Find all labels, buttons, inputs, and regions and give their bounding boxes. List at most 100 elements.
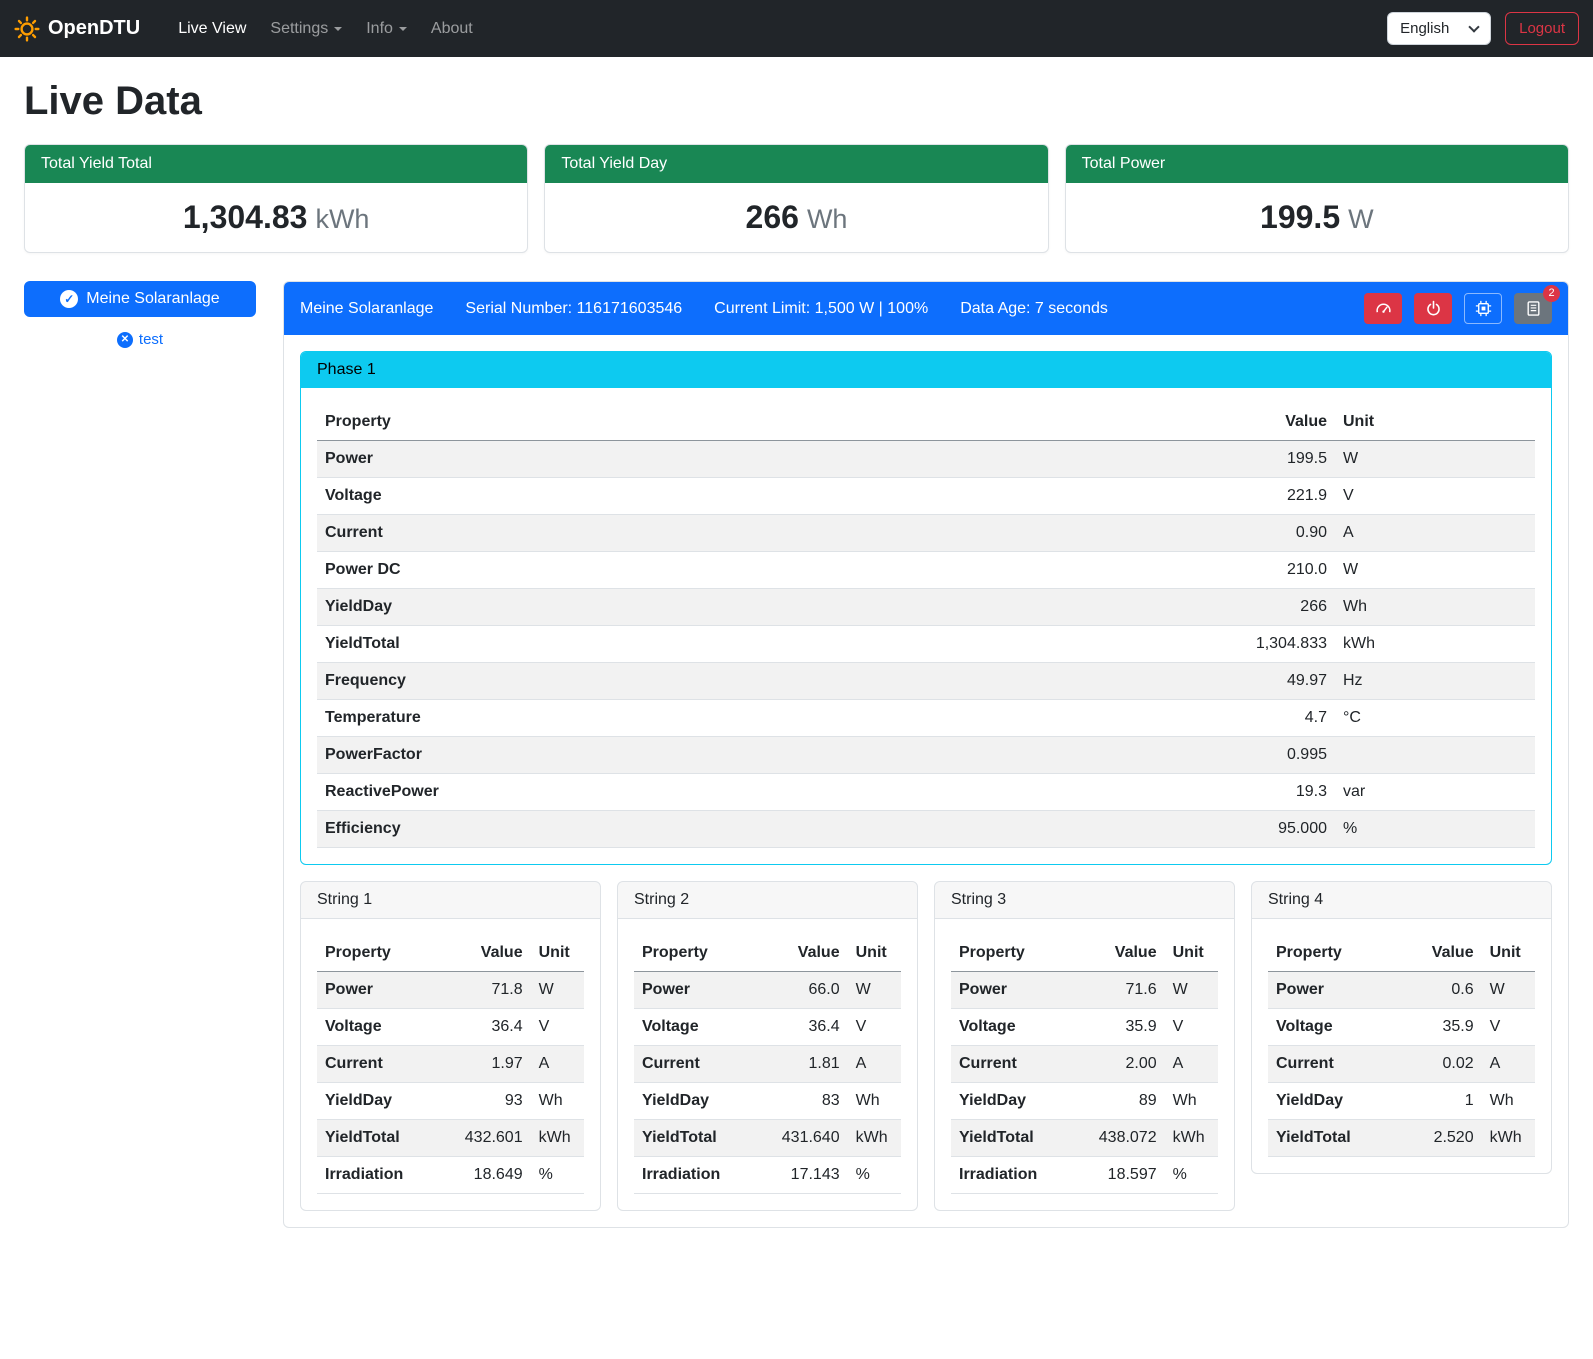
table-row: YieldTotal2.520kWh <box>1268 1120 1535 1157</box>
top-navbar: OpenDTU Live View Settings Info About En… <box>0 0 1593 57</box>
selected-inverter-label: Meine Solaranlage <box>86 290 219 308</box>
chevron-down-icon <box>399 27 407 31</box>
table-row: Current0.90A <box>317 515 1535 552</box>
property-cell: Power <box>317 441 1115 478</box>
limit-settings-button[interactable] <box>1364 293 1402 324</box>
unit-cell: V <box>531 1009 584 1046</box>
nav-live-view[interactable]: Live View <box>168 12 256 46</box>
table-header-row: Property Value Unit <box>1268 935 1535 972</box>
nav-settings[interactable]: Settings <box>260 12 352 46</box>
column-property: Property <box>317 935 456 972</box>
property-cell: Current <box>1268 1046 1407 1083</box>
power-button[interactable] <box>1414 293 1452 324</box>
unit-cell: V <box>1482 1009 1535 1046</box>
total-yield-total-value: 1,304.83 <box>183 199 308 235</box>
table-row: Voltage36.4V <box>634 1009 901 1046</box>
x-circle-icon: ✕ <box>117 332 133 348</box>
total-yield-day-card: Total Yield Day 266Wh <box>544 144 1048 253</box>
event-log-button[interactable]: 2 <box>1514 293 1552 324</box>
value-cell: 432.601 <box>456 1120 531 1157</box>
property-cell: Power <box>1268 972 1407 1009</box>
check-circle-icon: ✓ <box>60 290 78 308</box>
value-cell: 18.649 <box>456 1157 531 1194</box>
total-yield-day-value: 266 <box>746 199 799 235</box>
property-cell: Power DC <box>317 552 1115 589</box>
brand-logo[interactable]: OpenDTU <box>14 16 140 42</box>
unit-cell: V <box>1335 478 1535 515</box>
table-row: PowerFactor0.995 <box>317 737 1535 774</box>
table-header-row: Property Value Unit <box>317 935 584 972</box>
unit-cell: var <box>1335 774 1535 811</box>
column-unit: Unit <box>1482 935 1535 972</box>
property-cell: Voltage <box>634 1009 773 1046</box>
value-cell: 83 <box>773 1083 848 1120</box>
card-body: 266Wh <box>545 183 1047 252</box>
value-cell: 1.97 <box>456 1046 531 1083</box>
unit-cell: Wh <box>531 1083 584 1120</box>
table-row: YieldTotal438.072kWh <box>951 1120 1218 1157</box>
unit-cell <box>1335 737 1535 774</box>
property-cell: Frequency <box>317 663 1115 700</box>
inverter-test-label: test <box>139 331 163 348</box>
inverter-serial: Serial Number: 116171603546 <box>465 300 682 318</box>
table-row: YieldTotal431.640kWh <box>634 1120 901 1157</box>
table-header-row: Property Value Unit <box>634 935 901 972</box>
property-cell: Voltage <box>317 1009 456 1046</box>
string-4-table: Property Value Unit Power0.6WVoltage35.9… <box>1268 935 1535 1157</box>
value-cell: 89 <box>1090 1083 1165 1120</box>
property-cell: Power <box>634 972 773 1009</box>
unit-cell: A <box>1335 515 1535 552</box>
unit-cell: W <box>1482 972 1535 1009</box>
table-row: YieldDay1Wh <box>1268 1083 1535 1120</box>
property-cell: YieldDay <box>951 1083 1090 1120</box>
table-row: Current1.81A <box>634 1046 901 1083</box>
power-icon <box>1425 300 1442 317</box>
property-cell: YieldTotal <box>1268 1120 1407 1157</box>
property-cell: Current <box>317 515 1115 552</box>
nav-info[interactable]: Info <box>356 12 417 46</box>
unit-cell: W <box>848 972 901 1009</box>
property-cell: ReactivePower <box>317 774 1115 811</box>
property-cell: Irradiation <box>317 1157 456 1194</box>
table-row: YieldTotal432.601kWh <box>317 1120 584 1157</box>
total-power-card: Total Power 199.5W <box>1065 144 1569 253</box>
unit-cell: Wh <box>848 1083 901 1120</box>
inverter-select-button[interactable]: ✓ Meine Solaranlage <box>24 281 256 317</box>
value-cell: 210.0 <box>1115 552 1335 589</box>
value-cell: 18.597 <box>1090 1157 1165 1194</box>
table-row: Efficiency95.000% <box>317 811 1535 848</box>
value-cell: 0.90 <box>1115 515 1335 552</box>
value-cell: 95.000 <box>1115 811 1335 848</box>
strings-row: String 1 Property Value Unit <box>300 881 1552 1211</box>
value-cell: 35.9 <box>1407 1009 1482 1046</box>
table-row: Power0.6W <box>1268 972 1535 1009</box>
unit-cell: A <box>1165 1046 1218 1083</box>
string-1-card: String 1 Property Value Unit <box>300 881 601 1211</box>
table-row: Power71.8W <box>317 972 584 1009</box>
device-info-button[interactable] <box>1464 293 1502 324</box>
property-cell: Current <box>317 1046 456 1083</box>
column-unit: Unit <box>1335 404 1535 441</box>
unit-cell: W <box>1335 552 1535 589</box>
table-row: Current2.00A <box>951 1046 1218 1083</box>
speedometer-icon <box>1375 300 1392 317</box>
value-cell: 2.520 <box>1407 1120 1482 1157</box>
nav-about[interactable]: About <box>421 12 483 46</box>
card-title: Total Yield Day <box>545 145 1047 183</box>
value-cell: 71.6 <box>1090 972 1165 1009</box>
string-4-title: String 4 <box>1252 882 1551 919</box>
language-select[interactable]: English <box>1387 12 1491 45</box>
logout-button[interactable]: Logout <box>1505 12 1579 45</box>
string-2-table: Property Value Unit Power66.0WVoltage36.… <box>634 935 901 1194</box>
value-cell: 221.9 <box>1115 478 1335 515</box>
inverter-name: Meine Solaranlage <box>300 300 433 318</box>
value-cell: 199.5 <box>1115 441 1335 478</box>
column-property: Property <box>1268 935 1407 972</box>
chevron-down-icon <box>334 27 342 31</box>
value-cell: 1,304.833 <box>1115 626 1335 663</box>
inverter-item-test[interactable]: ✕ test <box>24 331 256 348</box>
sun-icon <box>14 16 40 42</box>
property-cell: PowerFactor <box>317 737 1115 774</box>
summary-cards-row: Total Yield Total 1,304.83kWh Total Yiel… <box>24 144 1569 253</box>
inverter-limit: Current Limit: 1,500 W | 100% <box>714 300 928 318</box>
